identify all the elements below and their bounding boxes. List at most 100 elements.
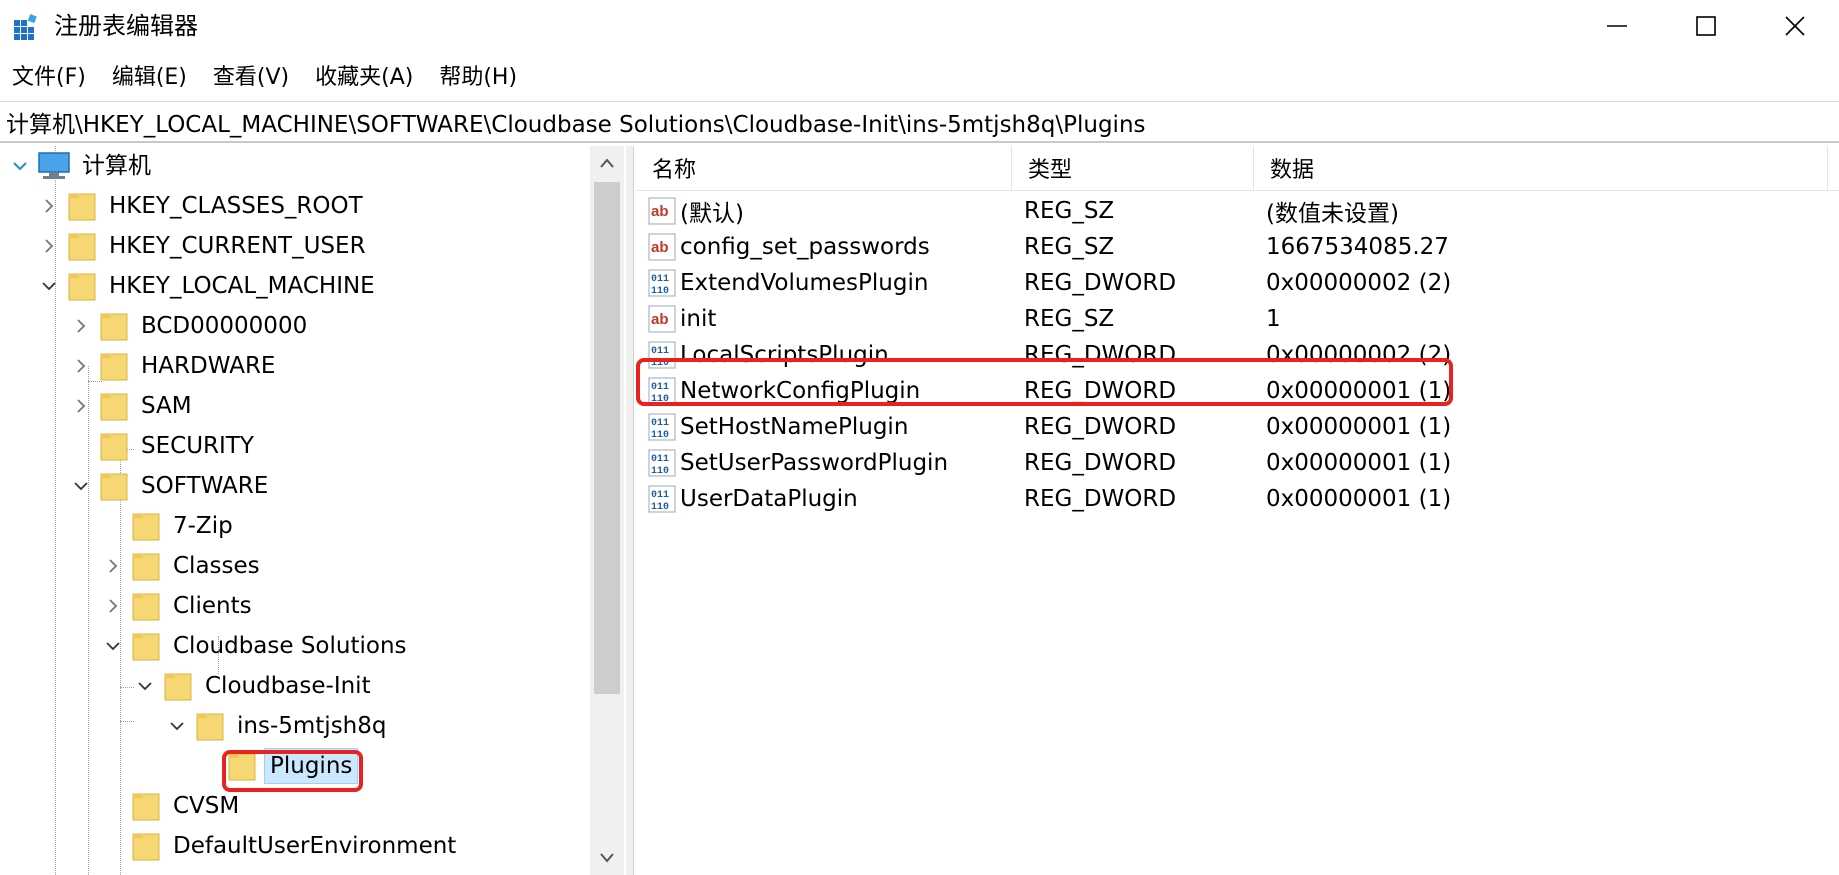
chevron-right-icon[interactable]	[70, 346, 92, 386]
tree-node-label: HKEY_CURRENT_USER	[109, 233, 366, 259]
svg-text:011: 011	[651, 454, 669, 465]
tree-node[interactable]: Cloudbase Solutions	[102, 626, 412, 666]
tree-node[interactable]: HARDWARE	[70, 346, 280, 386]
svg-text:011: 011	[651, 274, 669, 285]
folder-icon	[132, 633, 160, 661]
folder-icon	[100, 353, 128, 381]
binary-value-icon: 011110	[648, 449, 676, 477]
svg-text:110: 110	[651, 430, 669, 441]
value-name: SetUserPasswordPlugin	[680, 450, 949, 476]
tree-node-label: HARDWARE	[141, 353, 276, 379]
folder-icon	[100, 473, 128, 501]
svg-text:ab: ab	[651, 311, 669, 328]
tree-node[interactable]: ins-5mtjsh8q	[166, 706, 392, 746]
tree-node[interactable]: Cloudbase-Init	[134, 666, 376, 706]
pane-splitter[interactable]	[626, 146, 634, 875]
minimize-button[interactable]	[1573, 0, 1661, 52]
tree-node-computer[interactable]: 计算机	[9, 146, 156, 186]
value-data-cell: 0x00000001 (1)	[1266, 486, 1452, 512]
menu-view[interactable]: 查看(V)	[201, 58, 303, 98]
tree-node[interactable]: 7-Zip	[102, 506, 238, 546]
chevron-down-icon[interactable]	[166, 706, 188, 746]
tree-node[interactable]: CVSM	[102, 786, 244, 826]
tree-node-label: HKEY_LOCAL_MACHINE	[109, 273, 375, 299]
scroll-up-button[interactable]	[590, 146, 624, 180]
tree-node[interactable]: BCD00000000	[70, 306, 312, 346]
menu-help[interactable]: 帮助(H)	[427, 58, 531, 98]
tree-node[interactable]: HKEY_CLASSES_ROOT	[38, 186, 368, 226]
binary-value-icon: 011110	[648, 485, 676, 513]
chevron-down-icon	[600, 853, 614, 863]
svg-text:011: 011	[651, 346, 669, 357]
chevron-right-icon[interactable]	[102, 586, 124, 626]
list-row[interactable]: 011 110 UserDataPlugin REG_DWORD 0x00000001 …	[636, 478, 1839, 520]
binary-value-icon: 011110	[648, 269, 676, 297]
tree-node[interactable]: Clients	[102, 586, 257, 626]
string-value-icon: ab	[648, 197, 676, 225]
column-header-data[interactable]: 数据	[1254, 146, 1828, 190]
column-header-name[interactable]: 名称	[636, 146, 1012, 190]
value-type-cell: REG_DWORD	[1024, 486, 1177, 512]
scroll-thumb[interactable]	[594, 182, 620, 694]
scroll-down-button[interactable]	[590, 841, 624, 875]
tree-node-label: Cloudbase-Init	[205, 673, 371, 699]
chevron-right-icon[interactable]	[38, 226, 60, 266]
address-bar[interactable]: 计算机\HKEY_LOCAL_MACHINE\SOFTWARE\Cloudbas…	[0, 101, 1839, 143]
close-button[interactable]	[1751, 0, 1839, 52]
column-header-type[interactable]: 类型	[1012, 146, 1254, 190]
value-name: config_set_passwords	[680, 234, 930, 260]
tree-scrollbar[interactable]	[590, 146, 624, 875]
chevron-down-icon[interactable]	[102, 626, 124, 666]
tree-node-label: HKEY_CLASSES_ROOT	[109, 193, 363, 219]
folder-icon	[132, 513, 160, 541]
folder-icon	[100, 393, 128, 421]
window-title: 注册表编辑器	[54, 12, 198, 40]
chevron-right-icon[interactable]	[70, 306, 92, 346]
chevron-down-icon[interactable]	[38, 266, 60, 306]
svg-text:110: 110	[651, 502, 669, 513]
key-tree: 计算机 HKEY_CLASSES_ROOT HKEY_CURRENT_USER HK…	[0, 146, 626, 875]
minimize-icon	[1607, 25, 1627, 27]
folder-icon	[196, 713, 224, 741]
tree-node-label: Cloudbase Solutions	[173, 633, 407, 659]
tree-node-label: DefaultUserEnvironment	[173, 833, 457, 859]
menu-favorites[interactable]: 收藏夹(A)	[303, 58, 427, 98]
maximize-icon	[1696, 16, 1716, 36]
tree-node[interactable]: Classes	[102, 546, 265, 586]
chevron-down-icon[interactable]	[70, 466, 92, 506]
svg-text:ab: ab	[651, 203, 669, 220]
maximize-button[interactable]	[1662, 0, 1750, 52]
tree-node[interactable]: HKEY_LOCAL_MACHINE	[38, 266, 380, 306]
chevron-right-icon[interactable]	[38, 186, 60, 226]
tree-node[interactable]: SECURITY	[70, 426, 259, 466]
tree-node-label: Classes	[173, 553, 260, 579]
chevron-down-icon[interactable]	[9, 146, 31, 186]
menu-bar: 文件(F) 编辑(E) 查看(V) 收藏夹(A) 帮助(H)	[0, 58, 531, 98]
tree-node[interactable]: DefaultUserEnvironment	[102, 826, 461, 866]
folder-icon	[132, 593, 160, 621]
folder-icon	[164, 673, 192, 701]
address-path[interactable]: 计算机\HKEY_LOCAL_MACHINE\SOFTWARE\Cloudbas…	[0, 105, 1146, 139]
tree-node-label: 计算机	[82, 153, 151, 179]
value-name: UserDataPlugin	[680, 486, 858, 512]
menu-file[interactable]: 文件(F)	[0, 58, 100, 98]
chevron-right-icon[interactable]	[102, 546, 124, 586]
chevron-right-icon[interactable]	[70, 386, 92, 426]
svg-text:ab: ab	[651, 239, 669, 256]
chevron-down-icon[interactable]	[134, 666, 156, 706]
tree-node-label: CVSM	[173, 793, 240, 819]
tree-node-label: 7-Zip	[173, 513, 233, 539]
tree-node[interactable]: SOFTWARE	[70, 466, 273, 506]
registry-editor-icon	[14, 14, 37, 40]
folder-icon	[132, 553, 160, 581]
svg-text:110: 110	[651, 466, 669, 477]
string-value-icon: ab	[648, 233, 676, 261]
value-name: init	[680, 306, 717, 332]
menu-edit[interactable]: 编辑(E)	[100, 58, 201, 98]
tree-node[interactable]: HKEY_CURRENT_USER	[38, 226, 371, 266]
value-list: 名称 类型 数据 ab (默认) REG_SZ (数值未设置) ab config_set…	[636, 146, 1839, 875]
svg-text:011: 011	[651, 418, 669, 429]
tree-node[interactable]: SAM	[70, 386, 197, 426]
